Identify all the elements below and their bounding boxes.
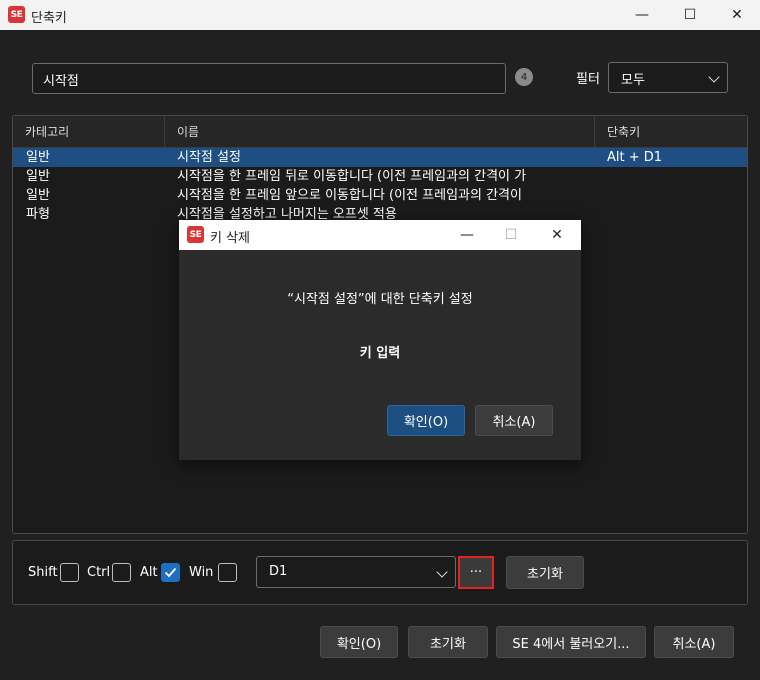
dialog-cancel-button[interactable]: 취소(A)	[475, 405, 553, 436]
alt-label: Alt	[140, 565, 158, 580]
key-select-value: D1	[269, 564, 288, 579]
dialog-minimize-button[interactable]: —	[447, 220, 487, 250]
column-header-category[interactable]: 카테고리	[13, 116, 164, 147]
filter-selected-value: 모두	[621, 73, 645, 88]
row-category: 파형	[26, 207, 50, 222]
dialog-ok-button[interactable]: 확인(O)	[387, 405, 465, 436]
ctrl-label: Ctrl	[87, 565, 111, 580]
filter-dropdown[interactable]: 모두	[608, 62, 728, 93]
chevron-down-icon	[436, 566, 448, 578]
browse-key-button[interactable]: ···	[458, 556, 494, 589]
minimize-button[interactable]: —	[620, 0, 664, 30]
win-label: Win	[189, 565, 214, 580]
close-button[interactable]: ✕	[714, 0, 760, 30]
win-checkbox[interactable]	[218, 563, 237, 582]
key-reset-button[interactable]: 초기화	[506, 556, 584, 589]
filter-label: 필터	[576, 72, 600, 87]
window-title: 단축키	[31, 11, 67, 26]
dialog-close-button[interactable]: ✕	[537, 220, 577, 250]
table-header: 카테고리 이름 단축키	[13, 116, 747, 148]
search-input[interactable]: 시작점	[32, 63, 506, 94]
row-name: 시작점 설정	[177, 150, 241, 165]
dialog-message: “시작점 설정”에 대한 단축키 설정	[287, 292, 473, 307]
shift-label: Shift	[28, 565, 58, 580]
dialog-key-prompt: 키 입력	[359, 346, 401, 361]
row-shortcut	[607, 205, 737, 224]
key-select-dropdown[interactable]: D1	[256, 556, 456, 588]
column-header-shortcut[interactable]: 단축키	[594, 116, 747, 147]
chevron-down-icon	[708, 71, 720, 83]
row-category: 일반	[26, 150, 50, 165]
reset-button[interactable]: 초기화	[408, 626, 488, 658]
column-header-name[interactable]: 이름	[164, 116, 594, 147]
ok-button[interactable]: 확인(O)	[320, 626, 398, 658]
alt-checkbox[interactable]	[161, 563, 180, 582]
app-logo: SE	[8, 6, 25, 23]
cancel-button[interactable]: 취소(A)	[654, 626, 734, 658]
shift-checkbox[interactable]	[60, 563, 79, 582]
row-category: 일반	[26, 188, 50, 203]
result-count-badge: 4	[515, 68, 533, 86]
row-shortcut	[607, 186, 737, 205]
checkmark-icon	[164, 567, 177, 578]
table-row[interactable]: 일반 시작점 설정 Alt + D1	[13, 148, 747, 167]
table-row[interactable]: 일반 시작점을 한 프레임 앞으로 이동합니다 (이전 프레임과의 간격이	[13, 186, 747, 205]
dialog-logo: SE	[187, 226, 204, 243]
row-shortcut: Alt + D1	[607, 150, 663, 165]
row-name: 시작점을 한 프레임 뒤로 이동합니다 (이전 프레임과의 간격이 가	[177, 169, 527, 184]
ctrl-checkbox[interactable]	[112, 563, 131, 582]
dialog-title-bar: SE 키 삭제 — ☐ ✕	[179, 220, 581, 250]
import-se4-button[interactable]: SE 4에서 불러오기...	[496, 626, 646, 658]
maximize-button[interactable]: ☐	[668, 0, 712, 30]
title-bar: SE 단축키 — ☐ ✕	[0, 0, 760, 30]
dialog-maximize-button[interactable]: ☐	[491, 220, 531, 250]
row-name: 시작점을 한 프레임 앞으로 이동합니다 (이전 프레임과의 간격이	[177, 188, 522, 203]
row-shortcut	[607, 167, 737, 186]
row-category: 일반	[26, 169, 50, 184]
dialog-title: 키 삭제	[210, 231, 251, 246]
table-row[interactable]: 일반 시작점을 한 프레임 뒤로 이동합니다 (이전 프레임과의 간격이 가	[13, 167, 747, 186]
delete-key-dialog: SE 키 삭제 — ☐ ✕ “시작점 설정”에 대한 단축키 설정 키 입력 확…	[179, 220, 581, 460]
